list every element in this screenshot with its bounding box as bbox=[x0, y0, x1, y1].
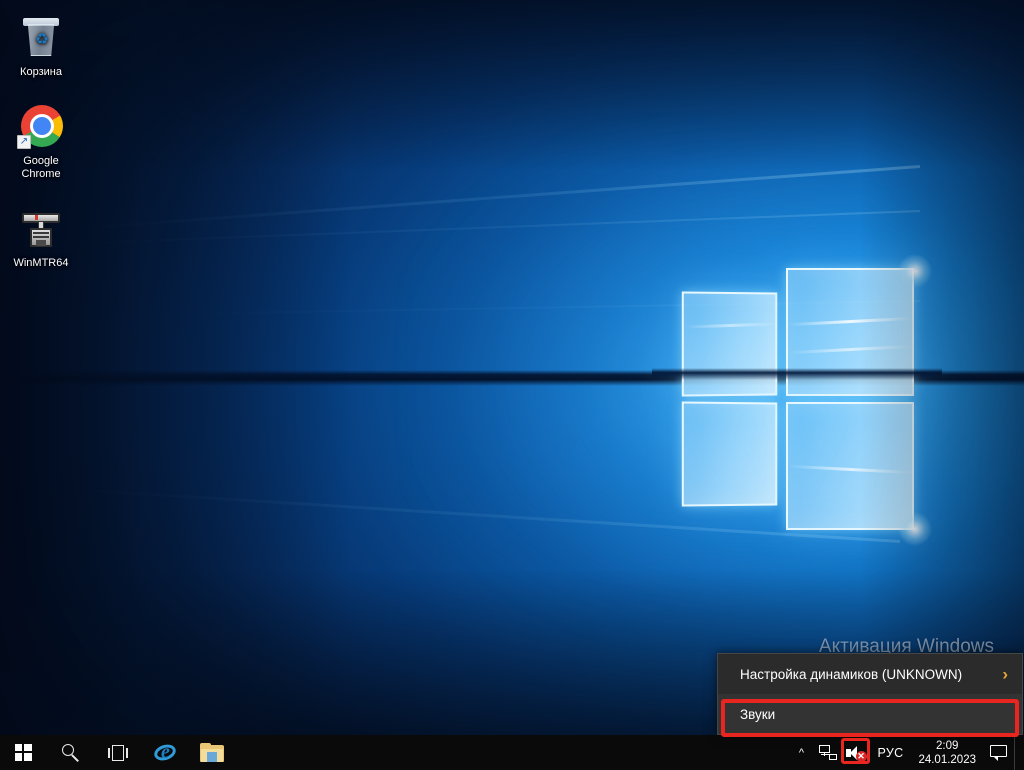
clock-time: 2:09 bbox=[918, 739, 976, 753]
network-icon bbox=[815, 745, 841, 761]
chevron-up-icon: ^ bbox=[789, 747, 815, 759]
tray-network-button[interactable] bbox=[815, 735, 841, 770]
search-icon bbox=[62, 744, 80, 762]
tray-volume-button[interactable]: ✕ bbox=[841, 735, 871, 770]
language-indicator[interactable]: РУС bbox=[871, 735, 911, 770]
action-center-button[interactable] bbox=[984, 735, 1014, 770]
winmtr-icon bbox=[17, 205, 65, 253]
search-button[interactable] bbox=[47, 735, 94, 770]
desktop-icon-label: Google bbox=[2, 155, 80, 168]
desktop-icon-winmtr64[interactable]: WinMTR64 bbox=[2, 205, 80, 270]
action-center-icon bbox=[984, 744, 1014, 762]
tray-overflow-button[interactable]: ^ bbox=[789, 735, 815, 770]
desktop-icon-label: WinMTR64 bbox=[2, 257, 80, 270]
windows-logo-icon bbox=[15, 744, 32, 761]
context-menu-item-speaker-setup[interactable]: Настройка динамиков (UNKNOWN) › bbox=[718, 654, 1022, 694]
internet-explorer-button[interactable]: e bbox=[141, 735, 188, 770]
clock[interactable]: 2:09 24.01.2023 bbox=[910, 735, 984, 770]
shortcut-arrow-icon: ↗ bbox=[17, 135, 31, 149]
desktop-icon-label: Chrome bbox=[2, 168, 80, 181]
context-menu-item-label: Настройка динамиков (UNKNOWN) bbox=[740, 667, 962, 682]
mute-badge-icon: ✕ bbox=[856, 751, 867, 762]
start-button[interactable] bbox=[0, 735, 47, 770]
context-menu-item-label: Звуки bbox=[740, 707, 775, 722]
speaker-muted-icon: ✕ bbox=[841, 744, 871, 762]
desktop-icon-recycle-bin[interactable]: ♻ Корзина bbox=[2, 14, 80, 79]
internet-explorer-icon: e bbox=[153, 741, 177, 765]
clock-date: 24.01.2023 bbox=[918, 753, 976, 767]
context-menu-item-sounds[interactable]: Звуки bbox=[718, 694, 1022, 734]
task-view-button[interactable] bbox=[94, 735, 141, 770]
chevron-right-icon: › bbox=[1002, 666, 1008, 683]
folder-icon bbox=[200, 743, 224, 763]
desktop-icon-label: Корзина bbox=[2, 66, 80, 79]
system-tray[interactable]: ^ ✕ РУС 2:09 24.01.2023 bbox=[789, 735, 1024, 770]
taskbar[interactable]: e ^ ✕ РУС bbox=[0, 735, 1024, 770]
volume-context-menu[interactable]: Настройка динамиков (UNKNOWN) › Звуки bbox=[717, 653, 1023, 735]
chrome-icon: ↗ bbox=[17, 103, 65, 151]
file-explorer-button[interactable] bbox=[188, 735, 235, 770]
desktop[interactable]: ♻ Корзина ↗ Google Chrome WinMTR64 bbox=[0, 0, 1024, 770]
recycle-bin-icon: ♻ bbox=[17, 14, 65, 62]
task-view-icon bbox=[108, 745, 128, 761]
desktop-icon-google-chrome[interactable]: ↗ Google Chrome bbox=[2, 103, 80, 181]
show-desktop-button[interactable] bbox=[1014, 735, 1020, 770]
